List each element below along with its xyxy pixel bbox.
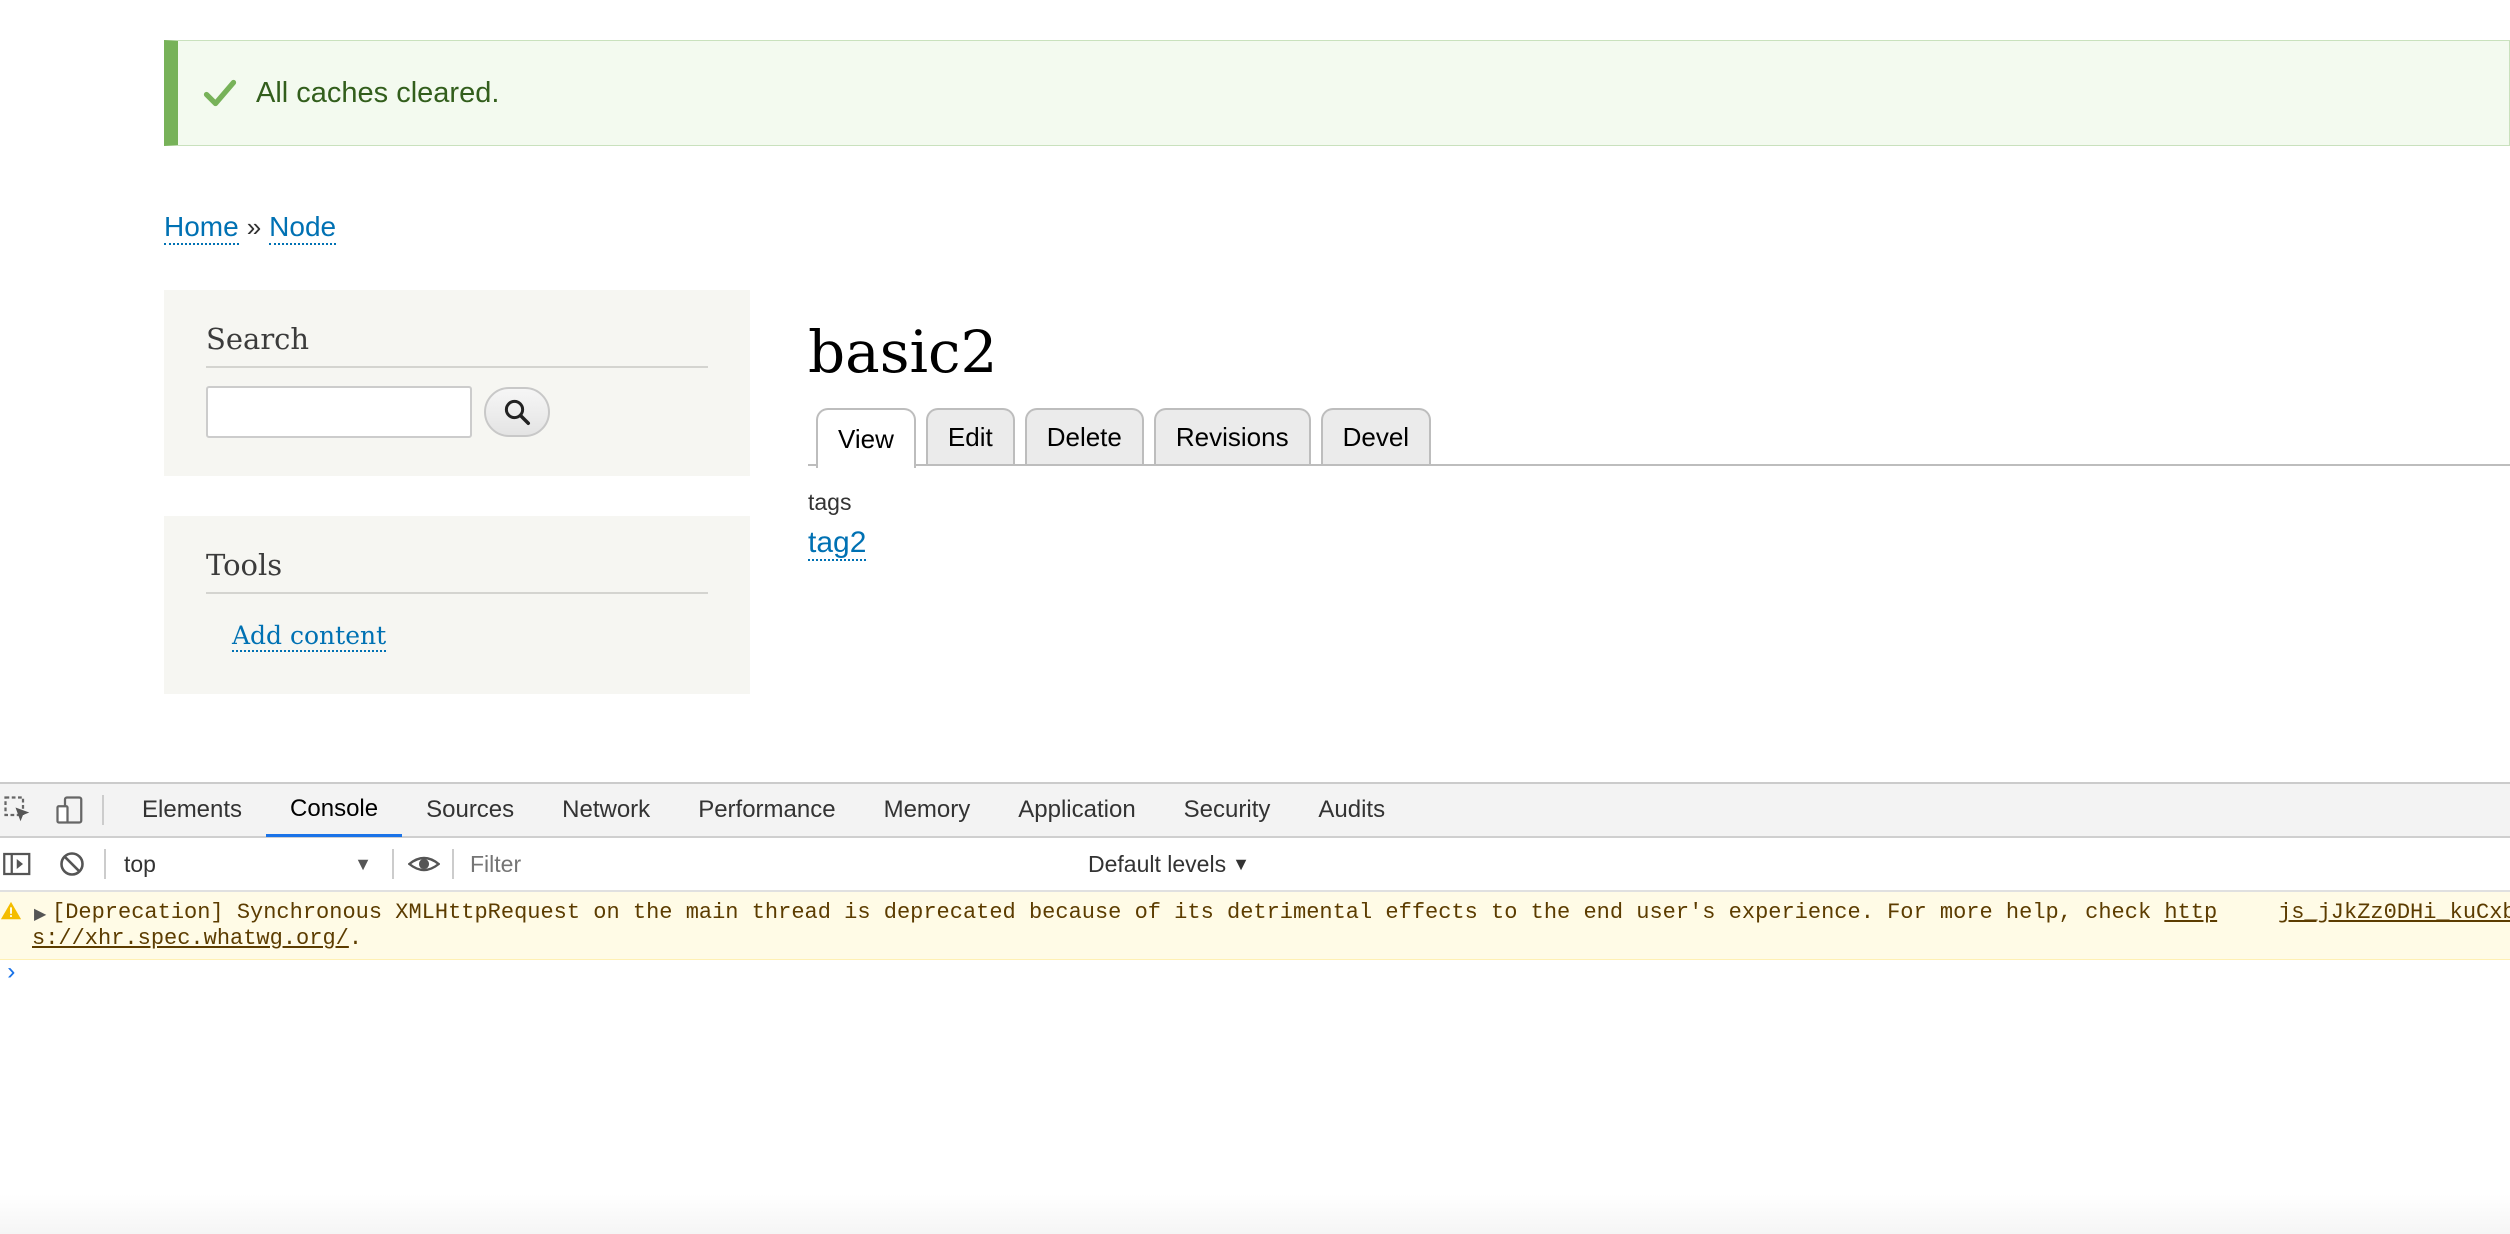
toolbar-divider bbox=[392, 849, 394, 879]
tags-field-label: tags bbox=[808, 489, 852, 515]
warning-link-start[interactable]: http bbox=[2164, 900, 2217, 925]
warning-source-link[interactable]: js_jJkZz0DHi_kuCxb bbox=[2278, 900, 2510, 925]
tab-delete[interactable]: Delete bbox=[1024, 408, 1144, 464]
add-content-link[interactable]: Add content bbox=[232, 622, 387, 652]
tag-link[interactable]: tag2 bbox=[808, 526, 867, 561]
devtools-tab-memory[interactable]: Memory bbox=[860, 783, 995, 837]
devtools-tab-network[interactable]: Network bbox=[538, 783, 674, 837]
filter-input[interactable] bbox=[460, 845, 1070, 883]
chevron-down-icon: ▼ bbox=[1232, 853, 1250, 874]
toolbar-divider bbox=[104, 849, 106, 879]
breadcrumb: Home » Node bbox=[164, 211, 337, 245]
search-button[interactable] bbox=[484, 387, 550, 437]
clear-console-icon[interactable] bbox=[54, 846, 90, 882]
page-title: basic2 bbox=[808, 318, 998, 386]
devtools-tab-elements[interactable]: Elements bbox=[118, 783, 266, 837]
context-selector[interactable]: top ▼ bbox=[114, 846, 384, 882]
breadcrumb-separator: » bbox=[246, 212, 262, 242]
eye-icon[interactable] bbox=[406, 846, 442, 882]
warning-text: [Deprecation] Synchronous XMLHttpRequest… bbox=[52, 900, 2165, 925]
console-prompt[interactable]: › bbox=[4, 960, 18, 987]
devtools-tab-audits[interactable]: Audits bbox=[1294, 783, 1409, 837]
tab-devel[interactable]: Devel bbox=[1320, 408, 1432, 464]
search-icon bbox=[504, 399, 530, 425]
devtools-tab-performance[interactable]: Performance bbox=[674, 783, 859, 837]
status-message: All caches cleared. bbox=[164, 40, 2510, 146]
devtools-tab-sources[interactable]: Sources bbox=[402, 783, 538, 837]
tab-edit[interactable]: Edit bbox=[925, 408, 1015, 464]
search-block: Search bbox=[164, 290, 750, 476]
context-value: top bbox=[124, 850, 156, 877]
node-tabs: View Edit Delete Revisions Devel bbox=[808, 408, 2510, 468]
console-bottom-shade bbox=[0, 1194, 2510, 1234]
tools-block-title: Tools bbox=[206, 548, 708, 594]
devtools-tab-application[interactable]: Application bbox=[994, 783, 1159, 837]
inspect-element-icon[interactable] bbox=[0, 792, 36, 828]
check-icon bbox=[203, 79, 237, 107]
tab-view[interactable]: View bbox=[816, 408, 916, 468]
breadcrumb-node-link[interactable]: Node bbox=[269, 211, 337, 245]
search-input[interactable] bbox=[206, 386, 472, 438]
devtools-panel: Elements Console Sources Network Perform… bbox=[0, 782, 2510, 1234]
tab-revisions[interactable]: Revisions bbox=[1153, 408, 1311, 464]
devtools-divider bbox=[102, 795, 104, 825]
dropdown-arrow-icon: ▼ bbox=[354, 853, 372, 874]
warning-icon bbox=[0, 901, 22, 920]
search-block-title: Search bbox=[206, 322, 708, 368]
status-text: All caches cleared. bbox=[256, 76, 500, 109]
devtools-tab-console[interactable]: Console bbox=[266, 783, 403, 837]
device-toolbar-icon[interactable] bbox=[52, 792, 88, 828]
expand-triangle-icon[interactable]: ▶ bbox=[34, 904, 46, 924]
sidebar-toggle-icon[interactable] bbox=[0, 846, 36, 882]
console-toolbar: top ▼ Default levels ▼ bbox=[0, 838, 2510, 892]
devtools-tab-bar: Elements Console Sources Network Perform… bbox=[0, 784, 2510, 838]
default-levels-dropdown[interactable]: Default levels ▼ bbox=[1088, 851, 1250, 878]
console-warning-message: ▶ [Deprecation] Synchronous XMLHttpReque… bbox=[0, 892, 2510, 960]
warning-link-end[interactable]: s://xhr.spec.whatwg.org/ bbox=[32, 926, 349, 951]
breadcrumb-home-link[interactable]: Home bbox=[164, 211, 239, 245]
devtools-tab-security[interactable]: Security bbox=[1160, 783, 1295, 837]
warning-suffix: . bbox=[348, 926, 363, 951]
default-levels-label: Default levels bbox=[1088, 850, 1227, 877]
tools-block: Tools Add content bbox=[164, 516, 750, 694]
toolbar-divider bbox=[452, 849, 454, 879]
